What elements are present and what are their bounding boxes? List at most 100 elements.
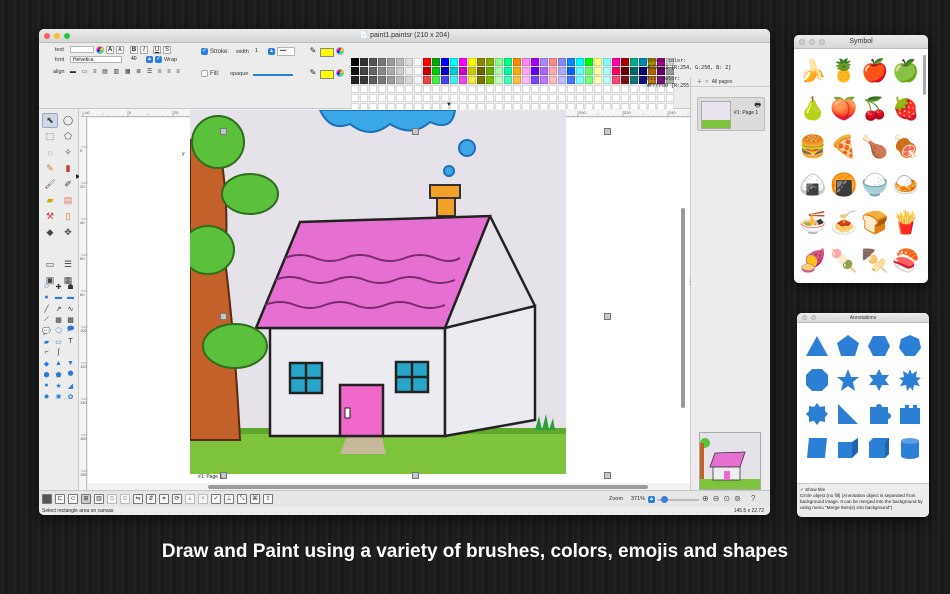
emoji-symbol[interactable]: 🍛 (891, 167, 921, 205)
palette-swatch[interactable] (423, 85, 431, 93)
zoom-window-button[interactable] (64, 33, 70, 39)
remove-page-icon[interactable]: ✕ (705, 79, 709, 85)
symbol-zoom-button[interactable] (819, 39, 825, 45)
palette-swatch[interactable] (405, 85, 413, 93)
stroke-width-stepper-icon[interactable]: ▴ (268, 48, 275, 55)
text-color-field[interactable] (70, 46, 94, 53)
wrap-checkbox[interactable]: ✓ (155, 56, 162, 63)
palette-swatch[interactable] (567, 94, 575, 102)
layers-stack-icon[interactable]: ☰ (60, 257, 76, 272)
symbol-tool-icon[interactable]: ☗ (65, 281, 76, 292)
palette-swatch[interactable] (495, 94, 503, 102)
palette-swatch[interactable] (585, 85, 593, 93)
palette-swatch[interactable] (594, 94, 602, 102)
paste-icon[interactable]: ⧉ (120, 494, 130, 504)
palette-swatch[interactable] (630, 85, 638, 93)
palette-swatch[interactable] (504, 67, 512, 75)
close-window-button[interactable] (44, 33, 50, 39)
palette-swatch[interactable] (531, 85, 539, 93)
send-back-icon[interactable]: ▼ (198, 494, 208, 504)
palette-swatch[interactable] (540, 76, 548, 84)
palette-swatch[interactable] (468, 67, 476, 75)
puzzle-block-icon[interactable] (894, 397, 925, 431)
palette-swatch[interactable] (585, 67, 593, 75)
box-3d-icon[interactable] (863, 431, 894, 465)
palette-swatch[interactable] (432, 76, 440, 84)
annotation-titlebar[interactable]: Annotations (797, 313, 929, 323)
add-page-icon[interactable]: ＋ (697, 79, 702, 85)
symbol-close-button[interactable] (799, 39, 805, 45)
palette-swatch[interactable] (396, 58, 404, 66)
palette-swatch[interactable] (549, 67, 557, 75)
minimize-window-button[interactable] (54, 33, 60, 39)
palette-swatch[interactable] (558, 76, 566, 84)
palette-swatch[interactable] (648, 94, 656, 102)
palette-swatch[interactable] (558, 67, 566, 75)
bring-front-icon[interactable]: ▲ (185, 494, 195, 504)
palette-swatch[interactable] (558, 85, 566, 93)
palette-swatch[interactable] (549, 85, 557, 93)
palette-swatch[interactable] (477, 67, 485, 75)
palette-swatch[interactable] (378, 76, 386, 84)
palette-swatch[interactable] (405, 94, 413, 102)
emoji-symbol[interactable]: 🍠 (798, 243, 828, 281)
check-icon[interactable]: ✓ (211, 494, 221, 504)
palette-swatch[interactable] (612, 76, 620, 84)
palette-swatch[interactable] (387, 58, 395, 66)
flower-shape-icon[interactable]: ✿ (65, 391, 76, 402)
palette-swatch[interactable] (414, 76, 422, 84)
palette-swatch[interactable] (513, 85, 521, 93)
emoji-symbol[interactable]: 🍡 (829, 243, 859, 281)
palette-swatch[interactable] (567, 85, 575, 93)
palette-swatch[interactable] (594, 67, 602, 75)
fill-bucket-tool-icon[interactable]: ◆ (42, 225, 58, 240)
right-triangle-shape-icon[interactable] (832, 397, 863, 431)
palette-swatch[interactable] (621, 94, 629, 102)
palette-swatch[interactable] (360, 67, 368, 75)
palette-swatch[interactable] (351, 58, 359, 66)
palette-swatch[interactable] (603, 94, 611, 102)
palette-swatch[interactable] (639, 58, 647, 66)
palette-swatch[interactable] (369, 85, 377, 93)
gear-shape-icon[interactable]: ✹ (41, 391, 52, 402)
rect-shape-icon[interactable]: ▬ (65, 292, 76, 303)
crop-icon[interactable]: ⌗ (159, 494, 169, 504)
stamp-tool-icon[interactable]: ⚒ (42, 209, 58, 224)
vertical-scrollbar[interactable] (679, 118, 687, 483)
palette-swatch[interactable] (639, 94, 647, 102)
image-frame-tool-icon[interactable]: ▦ (53, 314, 64, 325)
palette-swatch[interactable] (603, 76, 611, 84)
stroke-checkbox[interactable]: ✓ (201, 48, 208, 55)
palette-swatch[interactable] (522, 85, 530, 93)
triangle-shape-icon[interactable] (801, 329, 832, 363)
align-left-icon[interactable]: ⊏ (55, 494, 65, 504)
palette-swatch[interactable] (477, 58, 485, 66)
hexagon-shape-icon[interactable] (863, 329, 894, 363)
star-shape-icon[interactable] (832, 363, 863, 397)
palette-swatch[interactable] (369, 94, 377, 102)
emoji-symbol[interactable]: 🍍 (829, 53, 859, 91)
star-shape-icon[interactable]: ★ (53, 380, 64, 391)
palette-swatch[interactable] (441, 76, 449, 84)
palette-swatch[interactable] (630, 58, 638, 66)
pentagon-shape-icon[interactable] (832, 329, 863, 363)
palette-swatch[interactable] (414, 67, 422, 75)
palette-swatch[interactable] (621, 58, 629, 66)
palette-swatch[interactable] (504, 76, 512, 84)
parallelogram-3d-icon[interactable] (801, 431, 832, 465)
angle-tool-icon[interactable]: ⌐ (41, 347, 52, 358)
stroke-eyedropper-icon[interactable]: ✎ (309, 47, 317, 55)
palette-swatch[interactable] (540, 85, 548, 93)
six-point-star-icon[interactable] (863, 363, 894, 397)
palette-swatch[interactable] (594, 85, 602, 93)
resize-icon[interactable]: ⤡ (237, 494, 247, 504)
font-select[interactable]: Helvetica (70, 56, 122, 63)
palette-swatch[interactable] (477, 94, 485, 102)
palette-swatch[interactable] (540, 58, 548, 66)
palette-swatch[interactable] (351, 94, 359, 102)
palette-swatch[interactable] (369, 67, 377, 75)
palette-swatch[interactable] (603, 67, 611, 75)
palette-swatch[interactable] (621, 67, 629, 75)
palette-swatch[interactable] (531, 67, 539, 75)
diamond-shape-icon[interactable]: ◆ (41, 358, 52, 369)
